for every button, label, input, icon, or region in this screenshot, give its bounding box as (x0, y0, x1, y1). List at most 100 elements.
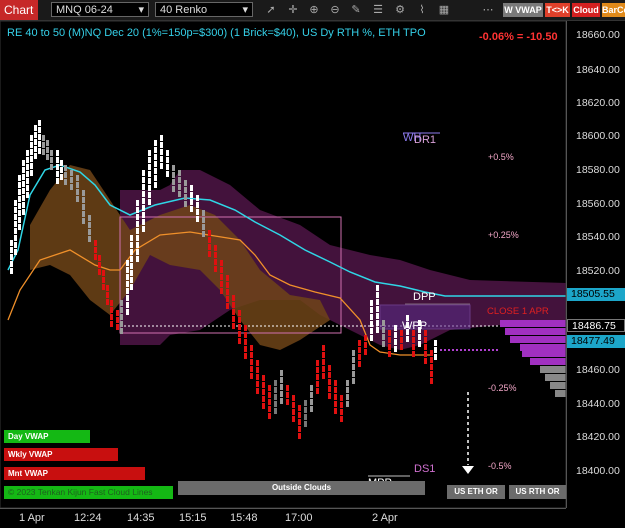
renko-brick (196, 202, 199, 208)
renko-brick (18, 196, 21, 202)
renko-brick (262, 389, 265, 395)
indicators-icon[interactable]: ⌇ (414, 3, 430, 17)
renko-brick (202, 224, 205, 230)
last-price-tag: 18486.75 (567, 319, 625, 332)
renko-brick (160, 163, 163, 169)
renko-brick (250, 366, 253, 372)
us-rth-or-button[interactable]: US RTH OR (509, 485, 566, 499)
zoom-in-icon[interactable]: ⊕ (306, 3, 322, 17)
renko-brick (328, 372, 331, 378)
renko-brick (184, 187, 187, 193)
renko-brick (328, 393, 331, 399)
renko-brick (418, 341, 421, 347)
renko-brick (262, 382, 265, 388)
renko-brick (184, 201, 187, 207)
renko-brick (110, 321, 113, 327)
renko-brick (154, 175, 157, 181)
renko-brick (178, 170, 181, 176)
renko-brick (110, 314, 113, 320)
renko-brick (154, 182, 157, 188)
zoom-out-icon[interactable]: ⊖ (327, 3, 343, 17)
volume-profile-bar (550, 382, 566, 389)
instrument-label: MNQ 06-24 (56, 4, 113, 16)
renko-brick (232, 309, 235, 315)
chart-tab[interactable]: Chart (0, 0, 38, 20)
renko-brick (26, 192, 29, 198)
renko-brick (154, 168, 157, 174)
renko-brick (26, 157, 29, 163)
renko-brick (412, 351, 415, 357)
renko-brick (116, 324, 119, 330)
more-icon[interactable]: ⋯ (480, 3, 496, 17)
renko-brick (120, 328, 123, 334)
renko-brick (102, 277, 105, 283)
pct-label-plus-0-5: +0.5% (488, 152, 514, 162)
renko-brick (316, 388, 319, 394)
outside-clouds-button[interactable]: Outside Clouds (178, 481, 425, 495)
renko-brick (388, 337, 391, 343)
renko-brick (340, 409, 343, 415)
price-tick: 18600.00 (576, 130, 620, 142)
renko-brick (394, 339, 397, 345)
renko-brick (34, 146, 37, 152)
renko-brick (56, 178, 59, 184)
renko-brick (14, 207, 17, 213)
renko-brick (340, 402, 343, 408)
w-vwap-button[interactable]: W VWAP (503, 3, 543, 17)
renko-brick (430, 364, 433, 370)
renko-brick (26, 171, 29, 177)
renko-brick (98, 255, 101, 261)
renko-brick (14, 200, 17, 206)
renko-brick (214, 245, 217, 251)
renko-brick (250, 373, 253, 379)
cloud-button[interactable]: Cloud (572, 3, 600, 17)
tk-button[interactable]: T<>K (545, 3, 570, 17)
renko-brick (160, 142, 163, 148)
renko-brick (298, 419, 301, 425)
drawing-icon[interactable]: ✎ (348, 3, 364, 17)
renko-brick (94, 254, 97, 260)
renko-brick (18, 210, 21, 216)
volume-profile-bar (505, 328, 566, 335)
price-tick: 18640.00 (576, 64, 620, 76)
monthly-vwap-button[interactable]: Mnt VWAP (4, 467, 145, 480)
crosshair-icon[interactable]: ✛ (285, 3, 301, 17)
renko-brick (400, 337, 403, 343)
renko-brick (34, 132, 37, 138)
renko-brick (196, 195, 199, 201)
renko-brick (364, 342, 367, 348)
weekly-vwap-button[interactable]: Wkly VWAP (4, 448, 118, 461)
renko-brick (238, 310, 241, 316)
renko-brick (154, 140, 157, 146)
properties-icon[interactable]: ☰ (370, 3, 386, 17)
renko-brick (178, 191, 181, 197)
renko-brick (274, 394, 277, 400)
renko-brick (274, 380, 277, 386)
renko-brick (214, 259, 217, 265)
volume-profile-bar (540, 366, 566, 373)
renko-brick (310, 385, 313, 391)
renko-brick (26, 150, 29, 156)
barco-button[interactable]: BarCo (602, 3, 625, 17)
bar-type-selector[interactable]: 40 Renko ▾ (155, 2, 253, 17)
renko-brick (136, 242, 139, 248)
us-eth-or-button[interactable]: US ETH OR (447, 485, 505, 499)
strategies-icon[interactable]: ⚙ (392, 3, 408, 17)
renko-brick (10, 268, 13, 274)
renko-brick (238, 324, 241, 330)
renko-brick (256, 381, 259, 387)
projection-arrow-head (462, 466, 474, 474)
renko-brick (232, 316, 235, 322)
renko-brick (42, 135, 45, 141)
day-vwap-button[interactable]: Day VWAP (4, 430, 90, 443)
renko-brick (370, 328, 373, 334)
renko-brick (142, 177, 145, 183)
pointer-icon[interactable]: ➚ (263, 3, 279, 17)
instrument-selector[interactable]: MNQ 06-24 ▾ (51, 2, 149, 17)
renko-brick (88, 222, 91, 228)
renko-brick (70, 170, 73, 176)
renko-brick (304, 407, 307, 413)
renko-brick (22, 202, 25, 208)
renko-brick (148, 150, 151, 156)
templates-icon[interactable]: ▦ (436, 3, 452, 17)
